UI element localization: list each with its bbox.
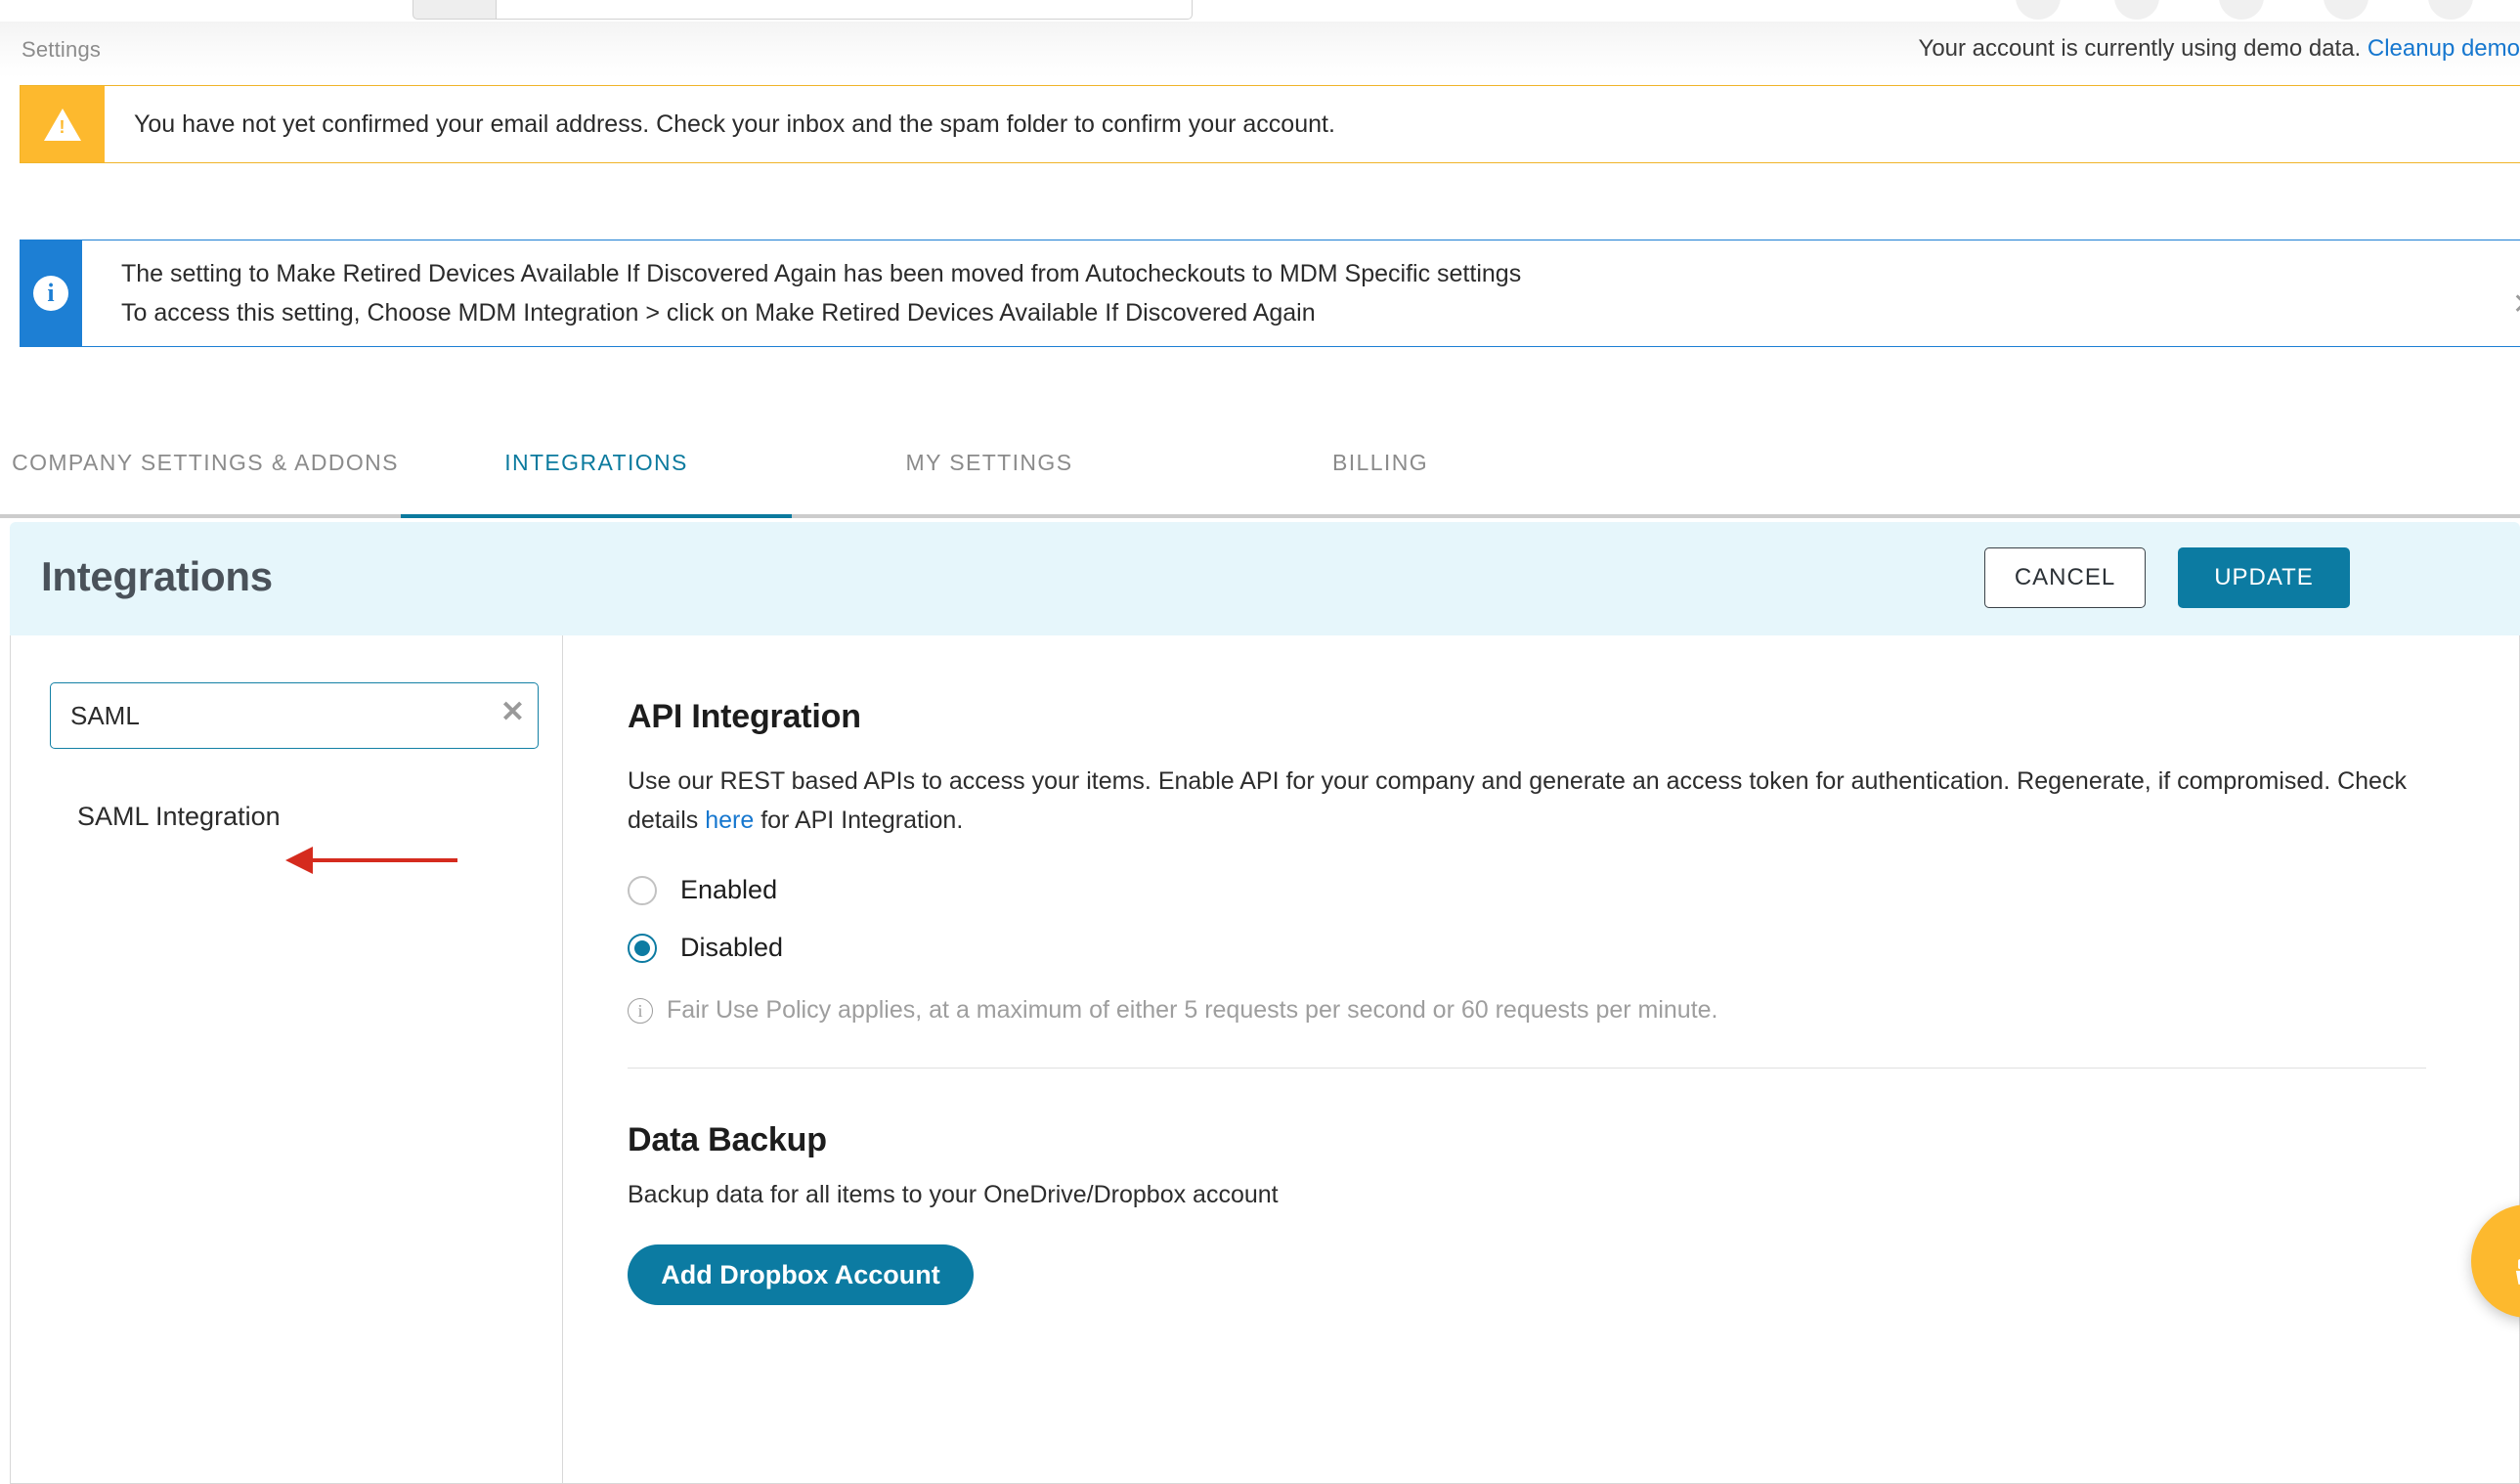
api-option-disabled[interactable]: Disabled [628,933,2519,963]
tab-company-settings-addons[interactable]: COMPANY SETTINGS & ADDONS [10,411,401,514]
page-title: Integrations [41,553,273,599]
search-input[interactable] [50,682,539,749]
info-banner-body: The setting to Make Retired Devices Avai… [82,240,2520,346]
fair-use-policy-hint: i Fair Use Policy applies, at a maximum … [628,996,2519,1025]
api-details-here-link[interactable]: here [705,807,754,834]
warning-triangle-icon [21,86,105,162]
cleanup-demo-link[interactable]: Cleanup demo [2368,35,2520,62]
annotation-arrow [285,847,457,874]
data-backup-description: Backup data for all items to your OneDri… [628,1181,1279,1208]
section-divider [628,1068,2426,1069]
tab-billing[interactable]: BILLING [1185,411,1576,514]
info-banner-line-2: To access this setting, Choose MDM Integ… [121,299,1316,327]
api-option-disabled-label: Disabled [680,933,784,962]
info-banner-line-1: The setting to Make Retired Devices Avai… [121,260,1522,287]
update-button[interactable]: UPDATE [2178,547,2350,608]
data-backup-title: Data Backup [628,1121,827,1158]
breadcrumb[interactable]: Settings [22,37,101,63]
top-search-input[interactable] [497,0,1193,20]
sidebar-item-saml-integration[interactable]: SAML Integration [50,796,523,838]
info-circle-icon: i [20,240,82,346]
info-icon: i [628,997,653,1024]
topbar-icon-1[interactable] [2016,0,2061,20]
api-option-enabled-label: Enabled [680,875,778,904]
clear-search-icon[interactable]: ✕ [500,698,525,727]
tab-integrations[interactable]: INTEGRATIONS [401,411,792,518]
data-backup-section: Data Backup Backup data for all items to… [628,1121,2519,1305]
radio-enabled-icon[interactable] [628,875,657,905]
api-integration-title: API Integration [628,698,861,735]
top-chrome-strip [0,0,2520,22]
topbar-icon-2[interactable] [2114,0,2159,20]
breadcrumb-bar: Settings Your account is currently using… [0,22,2520,78]
broom-cleanup-icon [2515,1259,2520,1285]
radio-disabled-icon[interactable] [628,933,657,963]
cancel-button[interactable]: CANCEL [1984,547,2146,608]
api-desc-part2: for API Integration. [754,807,964,834]
api-integration-description: Use our REST based APIs to access your i… [628,762,2407,840]
add-dropbox-account-button[interactable]: Add Dropbox Account [628,1244,974,1305]
topbar-icon-4[interactable] [2324,0,2368,20]
demo-data-notice: Your account is currently using demo dat… [1919,35,2520,63]
top-filter-dropdown[interactable] [413,0,497,20]
integrations-page-header: Integrations CANCEL UPDATE [10,522,2520,635]
integrations-content: ✕ SAML Integration API Integration Use o… [10,635,2520,1484]
topbar-icon-3[interactable] [2219,0,2264,20]
email-confirmation-warning-banner: You have not yet confirmed your email ad… [20,85,2520,163]
warning-banner-message: You have not yet confirmed your email ad… [134,109,1335,138]
mdm-setting-moved-info-banner: i The setting to Make Retired Devices Av… [20,240,2520,347]
tab-my-settings[interactable]: MY SETTINGS [794,411,1185,514]
integration-detail-panel: API Integration Use our REST based APIs … [563,635,2519,1483]
close-icon[interactable]: ✕ [2512,287,2520,322]
api-option-enabled[interactable]: Enabled [628,875,2519,905]
search-field-wrapper: ✕ [50,682,539,749]
integration-list: SAML Integration [50,796,523,838]
settings-tab-bar: COMPANY SETTINGS & ADDONS INTEGRATIONS M… [0,411,2520,518]
topbar-icon-5[interactable] [2428,0,2473,20]
integrations-sidebar: ✕ SAML Integration [11,635,563,1483]
fair-use-policy-text: Fair Use Policy applies, at a maximum of… [667,996,1718,1024]
demo-data-text: Your account is currently using demo dat… [1918,35,2368,62]
